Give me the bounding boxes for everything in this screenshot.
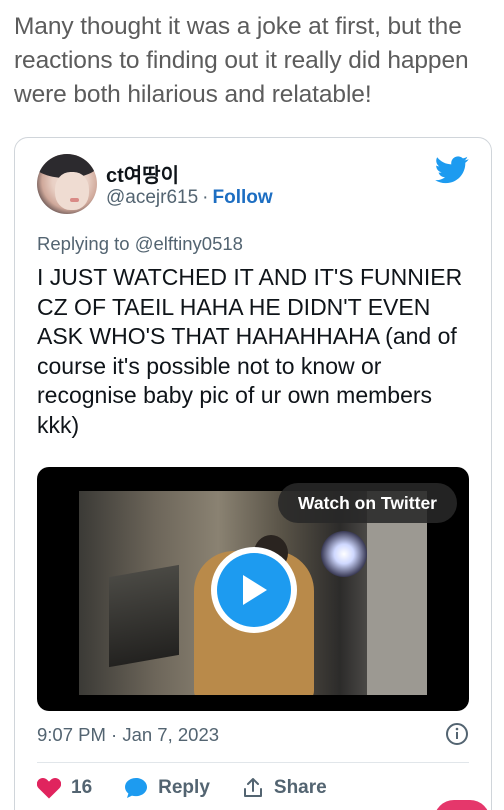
- embedded-tweet-card[interactable]: ct여땅이 @acejr615 · Follow Replying to @elft…: [14, 137, 492, 810]
- video-media[interactable]: Watch on Twitter: [37, 467, 469, 711]
- twitter-bird-icon[interactable]: [435, 156, 469, 184]
- info-icon[interactable]: [445, 722, 469, 746]
- tweet-text: I JUST WATCHED IT AND IT'S FUNNIER CZ OF…: [37, 264, 463, 438]
- tweet-timestamp[interactable]: 9:07 PM · Jan 7, 2023: [37, 724, 219, 746]
- reply-bubble-icon: [125, 778, 148, 798]
- play-icon: [243, 575, 267, 605]
- share-icon: [243, 778, 262, 797]
- like-button[interactable]: 16: [37, 777, 92, 799]
- reply-button[interactable]: Reply: [124, 777, 210, 799]
- display-name[interactable]: ct여땅이: [106, 159, 179, 188]
- reply-context: Replying to @elftiny0518: [37, 233, 243, 255]
- user-handle[interactable]: @acejr615: [106, 187, 198, 208]
- watch-on-twitter-button[interactable]: Watch on Twitter: [277, 483, 457, 523]
- reply-prefix: Replying to: [37, 233, 135, 254]
- heart-icon: [37, 778, 61, 799]
- separator-dot: ·: [202, 187, 209, 208]
- divider: [37, 762, 469, 763]
- intro-text: Many thought it was a joke at first, but…: [14, 13, 469, 108]
- like-count: 16: [71, 777, 93, 798]
- share-label: Share: [273, 777, 327, 798]
- share-button[interactable]: Share: [242, 777, 327, 799]
- reply-label: Reply: [158, 777, 210, 798]
- follow-link[interactable]: Follow: [213, 187, 273, 208]
- play-button[interactable]: [211, 547, 297, 633]
- reply-mention-link[interactable]: @elftiny0518: [135, 233, 243, 254]
- avatar[interactable]: [37, 154, 97, 214]
- handle-row: @acejr615 · Follow: [106, 187, 273, 209]
- tweet-actions: 16 Reply Share: [37, 776, 359, 800]
